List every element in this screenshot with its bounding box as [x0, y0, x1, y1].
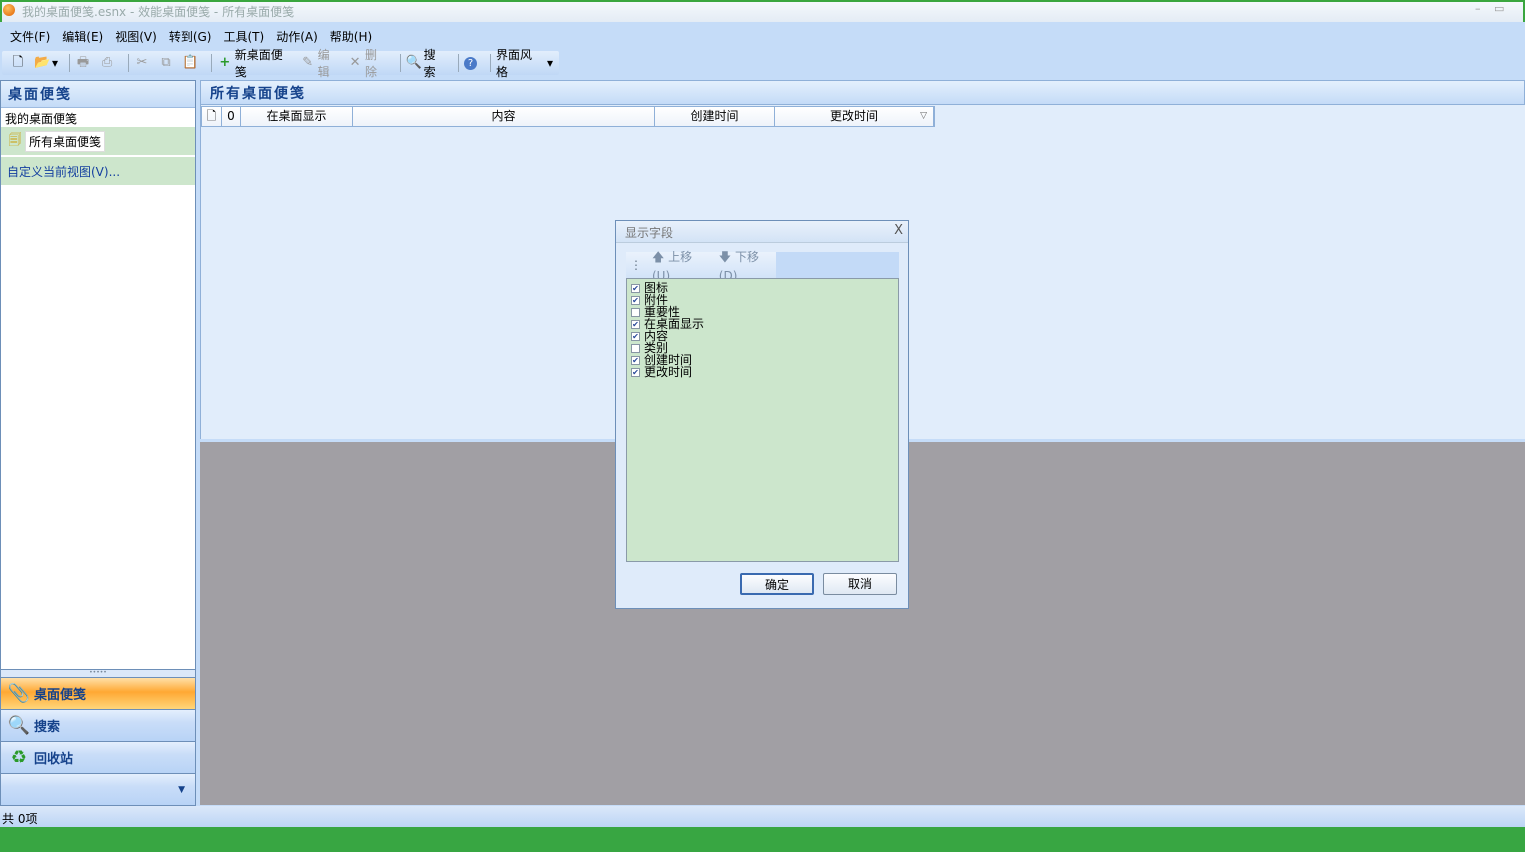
splitter-handle[interactable]: ••••• — [1, 669, 195, 677]
copy-button[interactable]: ⧉ — [158, 55, 176, 71]
delete-button[interactable]: ✕ 删除 — [347, 46, 388, 80]
column-content[interactable]: 内容 — [353, 107, 655, 126]
title-bar: 我的桌面便笺.esnx - 效能桌面便笺 - 所有桌面便笺 — [0, 0, 1525, 22]
checkbox[interactable]: ✔ — [631, 355, 640, 365]
search-icon: 🔍 — [405, 55, 422, 70]
open-button[interactable]: 📂 ▾ — [34, 55, 58, 71]
nav-recycle[interactable]: ♻ 回收站 — [1, 741, 195, 773]
nav-header: 桌面便笺 — [1, 81, 195, 107]
sort-icon: ▽ — [920, 111, 927, 121]
window-title: 我的桌面便笺.esnx - 效能桌面便笺 - 所有桌面便笺 — [22, 5, 295, 19]
menu-help[interactable]: 帮助(H) — [330, 28, 372, 45]
taskbar-strip — [0, 827, 1525, 852]
new-file-icon: 🗋 — [12, 55, 24, 70]
preview-icon: ⎙ — [101, 55, 113, 70]
toolbar: 🗋 📂 ▾ 🖶 ⎙ ✂ ⧉ 📋 + 新桌面便笺 ✎ 编辑 ✕ 删除 🔍 搜索 ? 界面风格… — [2, 48, 559, 79]
help-icon: ? — [463, 56, 477, 70]
checkbox[interactable]: ✔ — [631, 295, 640, 305]
style-dropdown[interactable]: 界面风格 ▾ — [496, 46, 553, 80]
search-label: 搜索 — [423, 48, 436, 79]
column-created[interactable]: 创建时间 — [655, 107, 775, 126]
column-modified[interactable]: 更改时间 ▽ — [775, 107, 934, 126]
note-icon: 🗐 — [8, 133, 22, 148]
cancel-button[interactable]: 取消 — [823, 573, 897, 595]
paste-button[interactable]: 📋 — [182, 55, 200, 71]
menu-action[interactable]: 动作(A) — [276, 28, 318, 45]
nav-recycle-label: 回收站 — [34, 752, 74, 767]
note-clip-icon: 📎 — [7, 682, 31, 704]
show-fields-dialog: 显示字段 X ⋮ 🡅 上移(U) 🡇 下移(D) ✔ 图标 ✔ 附件 重要性 ✔ 在桌面显示… — [615, 220, 909, 609]
arrow-down-icon: 🡇 — [718, 249, 735, 264]
column-attachment[interactable]: 0 — [222, 107, 241, 126]
delete-icon: ✕ — [349, 55, 361, 70]
paste-icon: 📋 — [182, 55, 199, 70]
style-label: 界面风格 — [495, 48, 532, 79]
recycle-icon: ♻ — [10, 746, 28, 768]
nav-search-label: 搜索 — [34, 720, 61, 735]
nav-search[interactable]: 🔍 搜索 — [1, 709, 195, 741]
column-show-on-desktop[interactable]: 在桌面显示 — [241, 107, 353, 126]
all-notes-label: 所有桌面便笺 — [25, 130, 106, 152]
column-modified-label: 更改时间 — [829, 109, 878, 123]
dialog-toolbar: ⋮ 🡅 上移(U) 🡇 下移(D) — [626, 249, 899, 283]
dialog-title: 显示字段 — [616, 221, 908, 243]
navigation-pane: 桌面便笺 我的桌面便笺 🗐 所有桌面便笺 自定义当前视图(V)... ••••• … — [0, 80, 196, 806]
field-label: 更改时间 — [644, 365, 693, 379]
nav-notes-label: 桌面便笺 — [34, 688, 87, 703]
field-item[interactable]: ✔ 图标 — [631, 282, 894, 294]
folder-all-notes[interactable]: 🗐 所有桌面便笺 — [1, 127, 195, 155]
menu-edit[interactable]: 编辑(E) — [62, 28, 103, 45]
menu-view[interactable]: 视图(V) — [115, 28, 157, 45]
paperclip-icon: 0 — [227, 109, 235, 123]
checkbox[interactable]: ✔ — [631, 367, 640, 377]
magnifier-icon: 🔍 — [7, 714, 31, 736]
field-item[interactable]: ✔ 内容 — [631, 330, 894, 342]
minimize-button[interactable]: – — [1475, 2, 1481, 15]
new-note-label: 新桌面便笺 — [234, 48, 283, 79]
close-button[interactable]: X — [894, 223, 903, 238]
nav-notes[interactable]: 📎 桌面便笺 — [1, 677, 195, 709]
field-item[interactable]: ✔ 更改时间 — [631, 366, 894, 378]
page-title: 所有桌面便笺 — [200, 80, 1525, 105]
arrow-up-icon: 🡅 — [652, 249, 669, 264]
edit-label: 编辑 — [317, 48, 330, 79]
checkbox[interactable]: ✔ — [631, 331, 640, 341]
print-button[interactable]: 🖶 — [75, 55, 93, 71]
cut-button[interactable]: ✂ — [134, 55, 152, 71]
cut-icon: ✂ — [136, 55, 148, 70]
chevron-down-icon: ▼ — [178, 784, 185, 795]
folder-group[interactable]: 我的桌面便笺 — [1, 107, 195, 127]
search-button[interactable]: 🔍 搜索 — [406, 46, 447, 80]
new-file-button[interactable]: 🗋 — [10, 55, 28, 71]
checkbox[interactable]: ✔ — [631, 319, 640, 329]
status-bar: 共 0项 — [0, 806, 1525, 827]
edit-button[interactable]: ✎ 编辑 — [300, 46, 341, 80]
preview-button[interactable]: ⎙ — [99, 55, 117, 71]
app-icon — [3, 4, 15, 16]
edit-icon: ✎ — [302, 55, 314, 70]
file-icon: 🗋 — [206, 109, 217, 123]
copy-icon: ⧉ — [161, 55, 171, 70]
menu-tools[interactable]: 工具(T) — [223, 28, 264, 45]
print-icon: 🖶 — [76, 55, 90, 70]
ok-button[interactable]: 确定 — [740, 573, 814, 595]
grip-icon: ⋮ — [630, 258, 642, 272]
field-item[interactable]: ✔ 在桌面显示 — [631, 318, 894, 330]
checkbox[interactable] — [631, 343, 640, 353]
nav-more-button[interactable]: ▼ — [1, 773, 195, 805]
open-folder-icon: 📂 — [34, 55, 51, 70]
menu-file[interactable]: 文件(F) — [10, 28, 50, 45]
field-list: ✔ 图标 ✔ 附件 重要性 ✔ 在桌面显示 ✔ 内容 类别 ✔ 创建时间 ✔ 更改时间 — [626, 278, 899, 562]
help-button[interactable]: ? — [463, 56, 479, 70]
checkbox[interactable]: ✔ — [631, 283, 640, 293]
column-icon[interactable]: 🗋 — [202, 107, 222, 126]
table-header: 🗋 0 在桌面显示 内容 创建时间 更改时间 ▽ — [201, 106, 935, 127]
new-note-button[interactable]: + 新桌面便笺 — [217, 46, 294, 80]
checkbox[interactable] — [631, 307, 640, 317]
maximize-button[interactable]: ▭ — [1494, 2, 1504, 15]
delete-label: 删除 — [364, 48, 377, 79]
customize-view-link[interactable]: 自定义当前视图(V)... — [1, 157, 195, 185]
plus-icon: + — [219, 55, 231, 70]
menu-goto[interactable]: 转到(G) — [169, 28, 212, 45]
